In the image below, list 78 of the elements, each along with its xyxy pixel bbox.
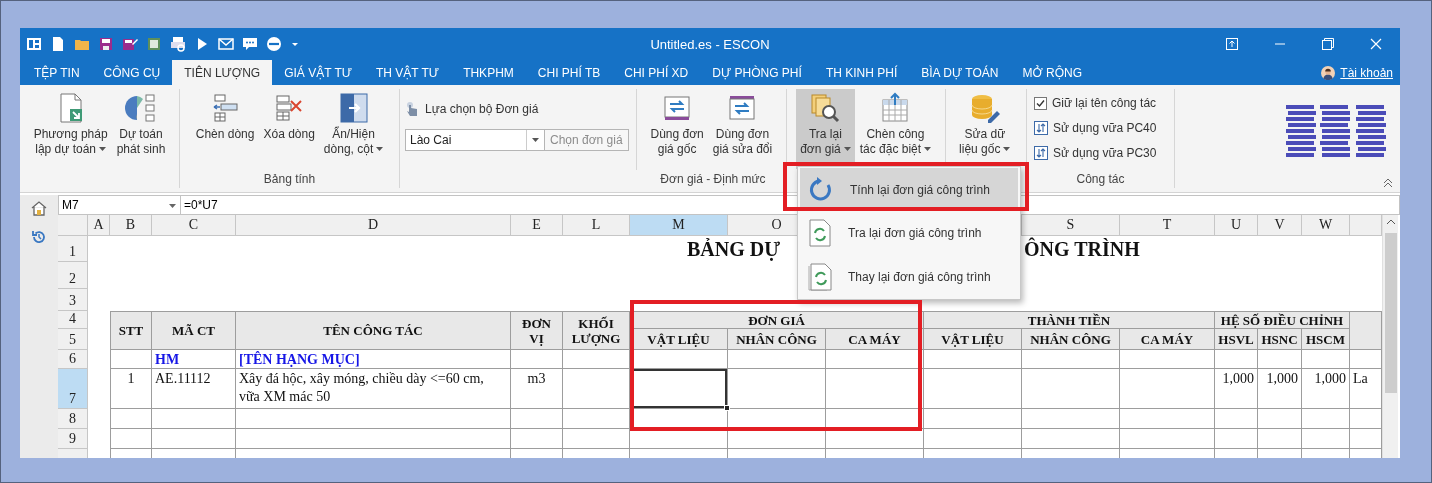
ribbon-button[interactable]: Phương pháp lập dự toán bbox=[29, 89, 112, 169]
ribbon-button[interactable]: Chèn dòng bbox=[191, 89, 259, 169]
row-header[interactable]: 1 bbox=[58, 236, 88, 262]
table-cell: 1,000 bbox=[1302, 369, 1350, 409]
column-heading: NHÂN CÔNG bbox=[1022, 329, 1120, 350]
sheet-title: ÔNG TRÌNH bbox=[1024, 237, 1140, 261]
tab[interactable]: TỆP TIN bbox=[22, 60, 92, 85]
menu-item[interactable]: Thay lại đơn giá công trình bbox=[800, 255, 1018, 299]
column-heading: CA MÁY bbox=[826, 329, 924, 350]
column-header[interactable]: U bbox=[1215, 215, 1258, 236]
column-heading: STT bbox=[110, 311, 152, 350]
column-header[interactable]: L bbox=[563, 215, 630, 236]
group-label: Bảng tính bbox=[263, 172, 316, 186]
column-header[interactable]: M bbox=[630, 215, 728, 236]
table-cell: 1,000 bbox=[1215, 369, 1258, 409]
row-header[interactable]: 7 bbox=[58, 369, 88, 409]
window-title: Untitled.es - ESCON bbox=[650, 36, 770, 52]
column-heading: NHÂN CÔNG bbox=[728, 329, 826, 350]
table-cell: HM bbox=[152, 350, 236, 369]
column-heading: KHỐI LƯỢNG bbox=[563, 311, 630, 350]
tab[interactable]: THKPHM bbox=[451, 60, 526, 85]
row-header[interactable]: 5 bbox=[58, 329, 88, 350]
row-header[interactable]: 6 bbox=[58, 350, 88, 369]
column-heading: THÀNH TIỀN bbox=[924, 311, 1215, 329]
column-header[interactable]: D bbox=[236, 215, 511, 236]
table-cell: Xây đá hộc, xây móng, chiều dày <=60 cm, vữa XM mác 50 bbox=[236, 369, 511, 409]
tab[interactable]: CHI PHÍ XD bbox=[612, 60, 701, 85]
option-button[interactable]: Sử dụng vữa PC30 bbox=[1032, 142, 1172, 164]
tab[interactable]: TH VẬT TƯ bbox=[363, 60, 452, 85]
table-cell: AE.11112 bbox=[152, 369, 236, 409]
column-heading: VẬT LIỆU bbox=[924, 329, 1022, 350]
column-heading: TÊN CÔNG TÁC bbox=[236, 311, 511, 350]
option-button[interactable]: Sử dụng vữa PC40 bbox=[1032, 117, 1172, 139]
ribbon-button[interactable]: Tra lại đơn giá bbox=[796, 89, 855, 169]
selector-label: Lựa chọn bộ Đơn giá bbox=[425, 102, 539, 116]
tab[interactable]: GIÁ VẬT TƯ bbox=[272, 60, 364, 85]
column-header[interactable]: A bbox=[88, 215, 110, 236]
table-cell: 1,000 bbox=[1258, 369, 1302, 409]
row-header[interactable]: 8 bbox=[58, 409, 88, 429]
group-label: Công tác bbox=[1076, 172, 1125, 186]
column-heading: MÃ CT bbox=[152, 311, 236, 350]
column-header[interactable]: E bbox=[511, 215, 563, 236]
row-header[interactable]: 2 bbox=[58, 262, 88, 289]
tab[interactable]: CÔNG CỤ bbox=[91, 60, 173, 85]
ribbon-button[interactable]: Dùng đơn giá sửa đổi bbox=[708, 89, 777, 169]
row-header[interactable]: 4 bbox=[58, 311, 88, 329]
sheet-title: BẢNG DỰ bbox=[687, 237, 781, 261]
ribbon-button[interactable]: Xóa dòng bbox=[259, 89, 319, 169]
ribbon-button[interactable]: Dùng đơn giá gốc bbox=[646, 89, 708, 169]
account-link[interactable]: Tài khoản bbox=[1321, 60, 1400, 85]
group-label: Đơn giá - Định mức bbox=[660, 172, 766, 186]
tab[interactable]: BÌA DỰ TOÁN bbox=[909, 60, 1011, 85]
column-heading: CA MÁY bbox=[1120, 329, 1215, 350]
row-header[interactable]: 9 bbox=[58, 429, 88, 449]
tab[interactable]: MỞ RỘNG bbox=[1010, 60, 1094, 85]
table-cell: m3 bbox=[511, 369, 563, 409]
column-header[interactable]: B bbox=[110, 215, 152, 236]
table-cell: [TÊN HẠNG MỤC] bbox=[236, 350, 511, 369]
column-header[interactable]: W bbox=[1302, 215, 1350, 236]
column-heading: HSCM bbox=[1302, 329, 1350, 350]
row-header[interactable]: 3 bbox=[58, 289, 88, 311]
tab[interactable]: TIÊN LƯỢNG bbox=[172, 60, 273, 85]
tab[interactable]: CHI PHÍ TB bbox=[525, 60, 613, 85]
column-heading: HSVL bbox=[1215, 329, 1258, 350]
checkbox-label: Giữ lại tên công tác bbox=[1052, 96, 1157, 110]
column-header[interactable]: V bbox=[1258, 215, 1302, 236]
tab[interactable]: TH KINH PHÍ bbox=[813, 60, 910, 85]
ribbon-button[interactable]: Ẩn/Hiện dòng, cột bbox=[319, 89, 388, 169]
column-header[interactable]: S bbox=[1022, 215, 1120, 236]
column-header[interactable]: C bbox=[152, 215, 236, 236]
column-heading: ĐƠN VỊ bbox=[511, 311, 563, 350]
column-heading: HSNC bbox=[1258, 329, 1302, 350]
column-heading: HỆ SỐ ĐIỀU CHỈNH bbox=[1215, 311, 1350, 329]
tab[interactable]: DỰ PHÒNG PHÍ bbox=[700, 60, 814, 85]
ribbon-button[interactable]: Dự toán phát sinh bbox=[112, 89, 170, 169]
table-cell: 1 bbox=[110, 369, 152, 409]
column-header[interactable]: T bbox=[1120, 215, 1215, 236]
price-set-dropdown[interactable]: Lào Cai bbox=[405, 129, 545, 151]
